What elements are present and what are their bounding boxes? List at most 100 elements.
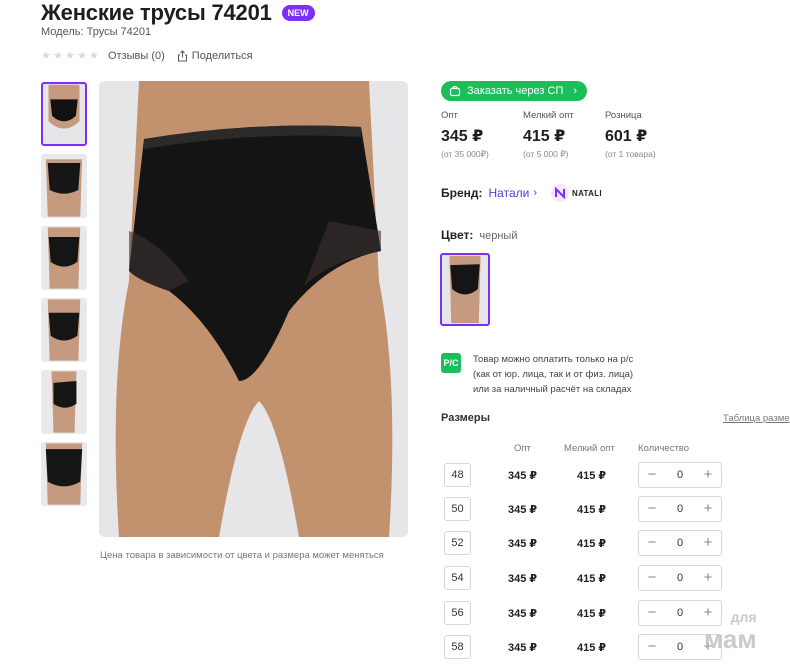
new-badge: NEW [281, 5, 315, 21]
brand-logo[interactable]: NATALI [551, 184, 602, 202]
price-label: Розница [605, 110, 642, 121]
chevron-right-icon: › [533, 187, 537, 199]
thumbnail-4[interactable] [41, 298, 87, 362]
color-swatch-black[interactable] [440, 253, 490, 326]
color-row: Цвет: черный [441, 228, 517, 242]
brand-link[interactable]: Натали [489, 186, 530, 200]
plus-icon[interactable]: + [701, 501, 715, 516]
plus-icon[interactable]: + [701, 467, 715, 482]
opt-price: 345 ₽ [508, 504, 538, 516]
watermark: для мам [704, 606, 757, 654]
star-icon: ★ [53, 49, 63, 62]
header-opt: Опт [514, 443, 531, 454]
quantity-value[interactable]: 0 [677, 607, 683, 619]
watermark-line: мам [704, 624, 757, 654]
brand-row: Бренд: Натали › NATALI [441, 184, 602, 202]
payment-note: Товар можно оплатить только на р/с (как … [473, 352, 633, 397]
quantity-value[interactable]: 0 [677, 537, 683, 549]
opt-price: 345 ₽ [508, 573, 538, 585]
quantity-stepper: − 0 + [638, 530, 722, 556]
small-opt-price: 415 ₽ [577, 573, 607, 585]
chevron-right-icon: › [573, 85, 578, 97]
size-row: 50 345 ₽ 415 ₽ − 0 + [0, 496, 790, 531]
size-row: 52 345 ₽ 415 ₽ − 0 + [0, 530, 790, 565]
size-value: 54 [444, 566, 471, 590]
size-value: 56 [444, 601, 471, 625]
plus-icon[interactable]: + [701, 535, 715, 550]
minus-icon[interactable]: − [645, 535, 659, 550]
small-opt-price: 415 ₽ [577, 538, 607, 550]
size-chart-link[interactable]: Таблица разме [723, 413, 790, 424]
thumbnail-image [42, 227, 86, 289]
header-quantity: Количество [638, 443, 690, 454]
payment-note-line: или за наличный расчёт на складах [473, 384, 632, 395]
size-value: 50 [444, 497, 471, 521]
price-value: 601 ₽ [605, 128, 648, 145]
size-row: 58 345 ₽415 ₽ −0 + [0, 634, 790, 668]
opt-price: 345 ₽ [508, 538, 538, 550]
share-button[interactable]: Поделиться [177, 50, 253, 62]
thumbnail-2[interactable] [41, 154, 87, 218]
star-icon: ★ [77, 49, 87, 62]
color-label: Цвет: [441, 228, 474, 242]
thumbnail-5[interactable] [41, 370, 87, 434]
brand-label: Бренд: [441, 186, 483, 200]
minus-icon[interactable]: − [645, 639, 659, 654]
opt-price: 345 ₽ [508, 642, 538, 654]
price-threshold: (от 5 000 ₽) [523, 149, 569, 159]
size-value: 52 [444, 531, 471, 555]
price-label: Опт [441, 110, 458, 121]
opt-price: 345 ₽ [508, 470, 538, 482]
model-text: Модель: Трусы 74201 [41, 26, 152, 38]
quantity-value[interactable]: 0 [677, 469, 683, 481]
price-label: Мелкий опт [523, 110, 574, 121]
thumbnail-image [43, 84, 85, 144]
meta-row: ★ ★ ★ ★ ★ Отзывы (0) Поделиться [41, 50, 253, 62]
thumbnail-1[interactable] [41, 82, 87, 146]
minus-icon[interactable]: − [645, 570, 659, 585]
small-opt-price: 415 ₽ [577, 642, 607, 654]
swatch-image [442, 255, 488, 324]
quantity-value[interactable]: 0 [677, 572, 683, 584]
share-label: Поделиться [191, 50, 253, 62]
thumbnail-3[interactable] [41, 226, 87, 290]
price-value: 345 ₽ [441, 128, 484, 145]
minus-icon[interactable]: − [645, 605, 659, 620]
star-icon: ★ [41, 49, 51, 62]
quantity-stepper: − 0 + [638, 565, 722, 591]
payment-rc-icon: P/C [441, 353, 461, 373]
size-value: 48 [444, 463, 471, 487]
price-tier-retail: Розница 601 ₽ (от 1 товара) [605, 110, 687, 160]
title-row: Женские трусы 74201 NEW [41, 0, 315, 26]
plus-icon[interactable]: + [701, 570, 715, 585]
price-tier-small-opt: Мелкий опт 415 ₽ (от 5 000 ₽) [523, 110, 605, 160]
payment-note-line: (как от юр. лица, так и от физ. лица) [473, 369, 634, 380]
small-opt-price: 415 ₽ [577, 504, 607, 516]
reviews-link[interactable]: Отзывы (0) [108, 50, 165, 62]
size-row: 54 345 ₽ 415 ₽ − 0 + [0, 565, 790, 600]
price-tier-opt: Опт 345 ₽ (от 35 000₽) [441, 110, 523, 160]
quantity-value[interactable]: 0 [677, 641, 683, 653]
minus-icon[interactable]: − [645, 467, 659, 482]
thumbnail-image [42, 299, 86, 361]
size-row: 48 345 ₽ 415 ₽ − 0 + [0, 462, 790, 497]
opt-price: 345 ₽ [508, 608, 538, 620]
rating-stars[interactable]: ★ ★ ★ ★ ★ [41, 49, 100, 62]
order-via-sp-button[interactable]: Заказать через СП › [441, 81, 588, 101]
order-button-label: Заказать через СП [467, 85, 564, 97]
star-icon: ★ [65, 49, 75, 62]
header-small-opt: Мелкий опт [564, 443, 615, 454]
page-title: Женские трусы 74201 [41, 0, 272, 25]
sizes-title: Размеры [441, 412, 491, 424]
payment-note-line: Товар можно оплатить только на р/с [473, 354, 634, 365]
price-tiers: Опт 345 ₽ (от 35 000₽) Мелкий опт 415 ₽ … [441, 110, 687, 160]
brand-logo-icon [551, 184, 569, 202]
small-opt-price: 415 ₽ [577, 608, 607, 620]
minus-icon[interactable]: − [645, 501, 659, 516]
quantity-value[interactable]: 0 [677, 503, 683, 515]
thumbnail-image [42, 371, 86, 433]
quantity-stepper: − 0 + [638, 496, 722, 522]
color-value: черный [479, 230, 518, 242]
star-icon: ★ [89, 49, 99, 62]
price-threshold: (от 35 000₽) [441, 149, 489, 159]
